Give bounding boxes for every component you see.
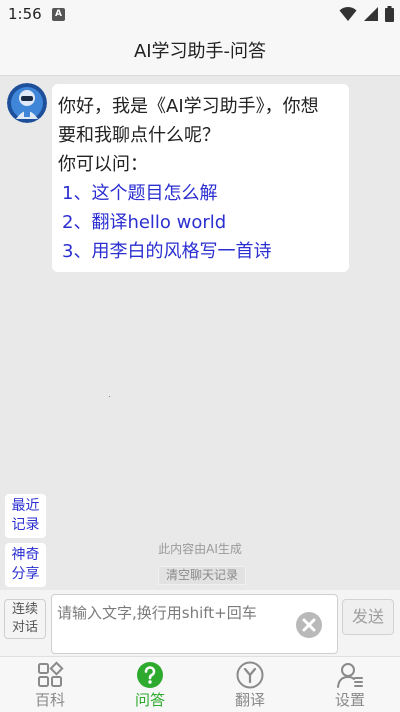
input-row: 连续 对话 请输入文字,换行用shift+回车 发送 [0, 590, 400, 656]
share-label-2: 分享 [11, 566, 40, 582]
status-icons [339, 6, 394, 22]
chat-area[interactable]: 你好，我是《AI学习助手》，你想 要和我聊点什么呢？ 你可以问： 1、这个题目怎… [0, 76, 400, 590]
tab-label-settings: 设置 [334, 691, 365, 709]
greeting-line-2: 要和我聊点什么呢？ [58, 125, 220, 146]
assistant-avatar [7, 83, 47, 123]
translate-y-icon [236, 661, 264, 689]
continuous-dialog-button[interactable]: 连续 对话 [4, 599, 46, 639]
battery-icon [385, 6, 394, 22]
message-input-placeholder: 请输入文字,换行用shift+回车 [57, 604, 257, 622]
user-settings-icon [337, 663, 363, 688]
suggestion-link-3[interactable]: 3、用李白的风格写一首诗 [58, 237, 343, 266]
signal-icon [363, 7, 378, 21]
wifi-icon [339, 6, 357, 21]
tab-qa[interactable]: 问答 [100, 657, 200, 712]
page-title: AI学习助手-问答 [133, 41, 267, 62]
greeting-line-1: 你好，我是《AI学习助手》，你想 [58, 96, 319, 117]
grid-icon [38, 661, 64, 687]
stray-dot [109, 396, 110, 397]
send-button[interactable]: 发送 [342, 599, 394, 635]
continuous-label-2: 对话 [11, 620, 38, 635]
continuous-label-1: 连续 [11, 602, 38, 617]
status-time: 1:56 [8, 5, 42, 23]
recent-label-2: 记录 [11, 517, 40, 533]
tab-label-translate: 翻译 [234, 691, 265, 709]
prompt-text: 你可以问： [58, 154, 148, 175]
assistant-message-bubble: 你好，我是《AI学习助手》，你想 要和我聊点什么呢？ 你可以问： 1、这个题目怎… [52, 84, 349, 272]
suggestion-link-1[interactable]: 1、这个题目怎么解 [58, 179, 343, 208]
clear-chat-button[interactable]: 清空聊天记录 [158, 566, 246, 585]
suggestion-link-2[interactable]: 2、翻译hello world [58, 208, 343, 237]
status-bar: 1:56 A [0, 0, 400, 30]
question-icon [137, 662, 163, 688]
tab-encyclopedia[interactable]: 百科 [0, 657, 100, 712]
tab-label-qa: 问答 [134, 691, 165, 709]
message-input[interactable]: 请输入文字,换行用shift+回车 [51, 594, 338, 654]
title-bar: AI学习助手-问答 [0, 30, 400, 76]
tab-label-encyclopedia: 百科 [34, 691, 65, 709]
ai-generated-notice: 此内容由AI生成 [158, 542, 242, 556]
close-icon [302, 618, 316, 632]
recent-label-1: 最近 [11, 498, 40, 514]
tab-settings[interactable]: 设置 [300, 657, 400, 712]
clear-input-button[interactable] [296, 612, 322, 638]
recent-records-button[interactable]: 最近 记录 [5, 494, 46, 538]
notification-badge-icon: A [52, 8, 65, 21]
bottom-tab-bar: 百科 问答 翻译 设置 [0, 656, 400, 712]
tab-translate[interactable]: 翻译 [200, 657, 300, 712]
robot-avatar-icon [7, 83, 47, 123]
